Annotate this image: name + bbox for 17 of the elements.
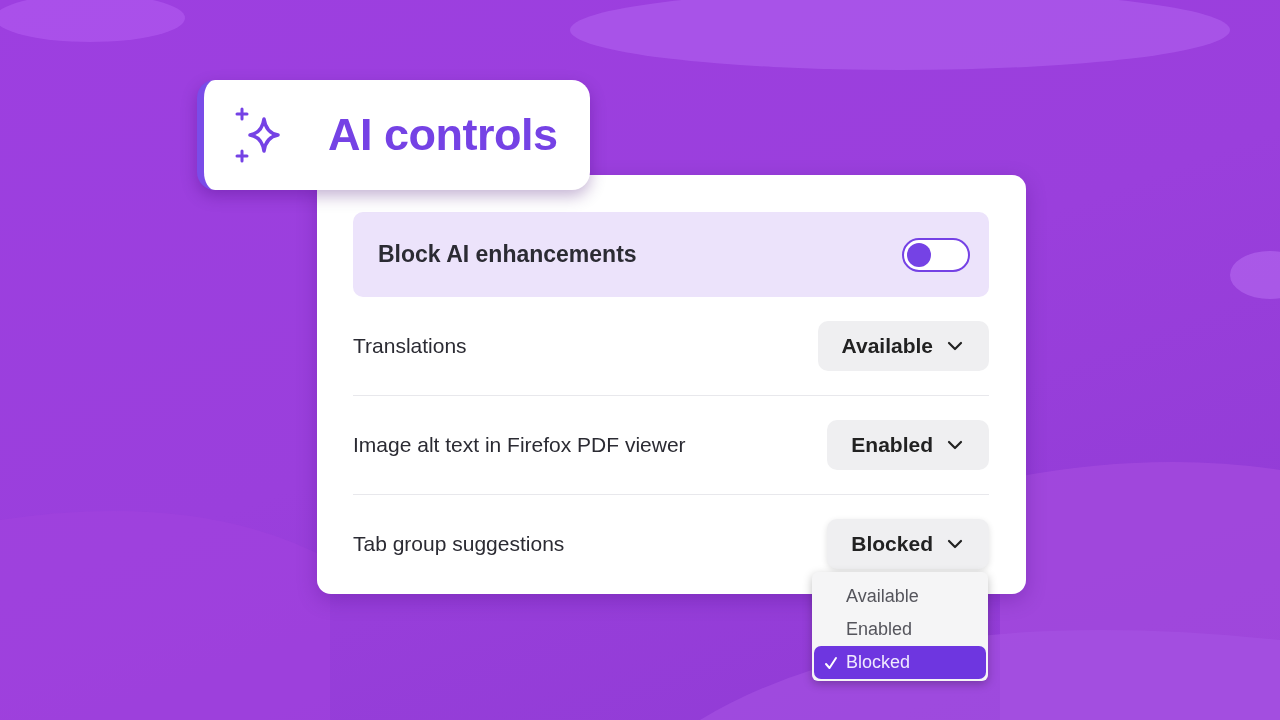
chevron-down-icon	[947, 539, 963, 549]
setting-label: Image alt text in Firefox PDF viewer	[353, 433, 686, 457]
select-dropdown[interactable]: Enabled	[827, 420, 989, 470]
setting-label: Translations	[353, 334, 467, 358]
card-title: AI controls	[328, 109, 558, 161]
menu-option[interactable]: Available	[814, 580, 986, 613]
setting-label: Block AI enhancements	[378, 241, 637, 268]
setting-label: Tab group suggestions	[353, 532, 565, 556]
toggle-switch[interactable]	[902, 237, 970, 272]
select-dropdown[interactable]: Blocked	[827, 519, 989, 569]
menu-option[interactable]: Blocked	[814, 646, 986, 679]
chevron-down-icon	[947, 440, 963, 450]
menu-option[interactable]: Enabled	[814, 613, 986, 646]
chevron-down-icon	[947, 341, 963, 351]
background-blob	[1230, 251, 1280, 299]
checkmark-icon	[824, 655, 838, 670]
select-dropdown[interactable]: Available	[817, 321, 989, 371]
